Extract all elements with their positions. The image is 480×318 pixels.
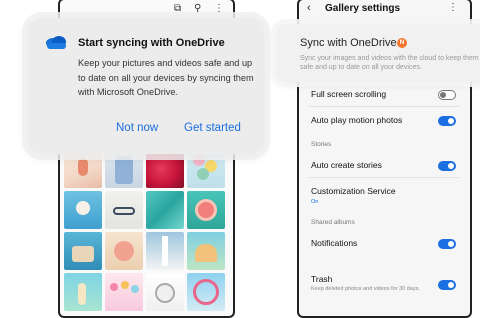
trash-label: Trash	[311, 274, 333, 284]
not-now-button[interactable]: Not now	[116, 122, 158, 134]
photo-thumbnail[interactable]	[187, 191, 225, 229]
sync-onedrive-title: Sync with OneDrive	[300, 37, 397, 49]
get-started-button[interactable]: Get started	[184, 122, 241, 134]
photo-thumbnail[interactable]	[146, 273, 184, 311]
photo-thumbnail[interactable]	[187, 232, 225, 270]
dialog-body: Keep your pictures and videos safe and u…	[78, 58, 254, 97]
more-icon[interactable]: ⋮	[214, 3, 224, 14]
photo-thumbnail[interactable]	[64, 191, 102, 229]
photo-thumbnail[interactable]	[105, 273, 143, 311]
photo-thumbnail[interactable]	[105, 232, 143, 270]
photo-grid	[64, 150, 229, 311]
full-screen-scrolling-label: Full screen scrolling	[311, 89, 387, 99]
photo-thumbnail[interactable]	[146, 191, 184, 229]
photo-thumbnail[interactable]	[105, 191, 143, 229]
toggle-knob	[448, 163, 454, 169]
stories-section-label: Stories	[311, 141, 332, 148]
photo-thumbnail[interactable]	[64, 232, 102, 270]
shared-albums-section-label: Shared albums	[311, 219, 355, 226]
new-badge: N	[397, 38, 407, 48]
divider	[309, 177, 460, 178]
search-icon[interactable]: ⚲	[194, 3, 201, 14]
sync-onedrive-description: Sync your images and videos with the clo…	[300, 55, 479, 71]
trash-toggle[interactable]	[438, 280, 456, 290]
auto-play-motion-label: Auto play motion photos	[311, 115, 403, 125]
notifications-toggle[interactable]	[438, 239, 456, 249]
cast-icon[interactable]: ⧉	[174, 3, 181, 14]
full-screen-scrolling-toggle[interactable]	[438, 90, 456, 100]
page-title: Gallery settings	[325, 3, 401, 14]
toggle-knob	[448, 241, 454, 247]
back-arrow-icon[interactable]: ‹	[307, 2, 311, 14]
divider	[309, 106, 460, 107]
onedrive-cloud-icon	[46, 36, 66, 49]
trash-description: Keep deleted photos and videos for 30 da…	[311, 286, 420, 292]
photo-thumbnail[interactable]	[187, 273, 225, 311]
customization-service-label[interactable]: Customization Service	[311, 186, 396, 196]
notifications-label: Notifications	[311, 238, 358, 248]
toggle-knob	[448, 282, 454, 288]
auto-play-motion-toggle[interactable]	[438, 116, 456, 126]
photo-thumbnail[interactable]	[146, 150, 184, 188]
onedrive-sync-dialog: Start syncing with OneDrive Keep your pi…	[28, 18, 264, 154]
toggle-knob	[448, 118, 454, 124]
toggle-knob	[440, 92, 446, 98]
photo-thumbnail[interactable]	[64, 273, 102, 311]
photo-thumbnail[interactable]	[187, 150, 225, 188]
auto-create-stories-label: Auto create stories	[311, 160, 382, 170]
customization-service-status: On	[311, 199, 319, 205]
photo-thumbnail[interactable]	[64, 150, 102, 188]
auto-create-stories-toggle[interactable]	[438, 161, 456, 171]
photo-thumbnail[interactable]	[146, 232, 184, 270]
photo-thumbnail[interactable]	[105, 150, 143, 188]
settings-header: ‹ Gallery settings ⋮	[299, 0, 470, 20]
sync-with-onedrive-option[interactable]: Sync with OneDrive N Sync your images an…	[276, 24, 480, 82]
dialog-title: Start syncing with OneDrive	[78, 37, 225, 49]
more-icon[interactable]: ⋮	[448, 2, 458, 13]
